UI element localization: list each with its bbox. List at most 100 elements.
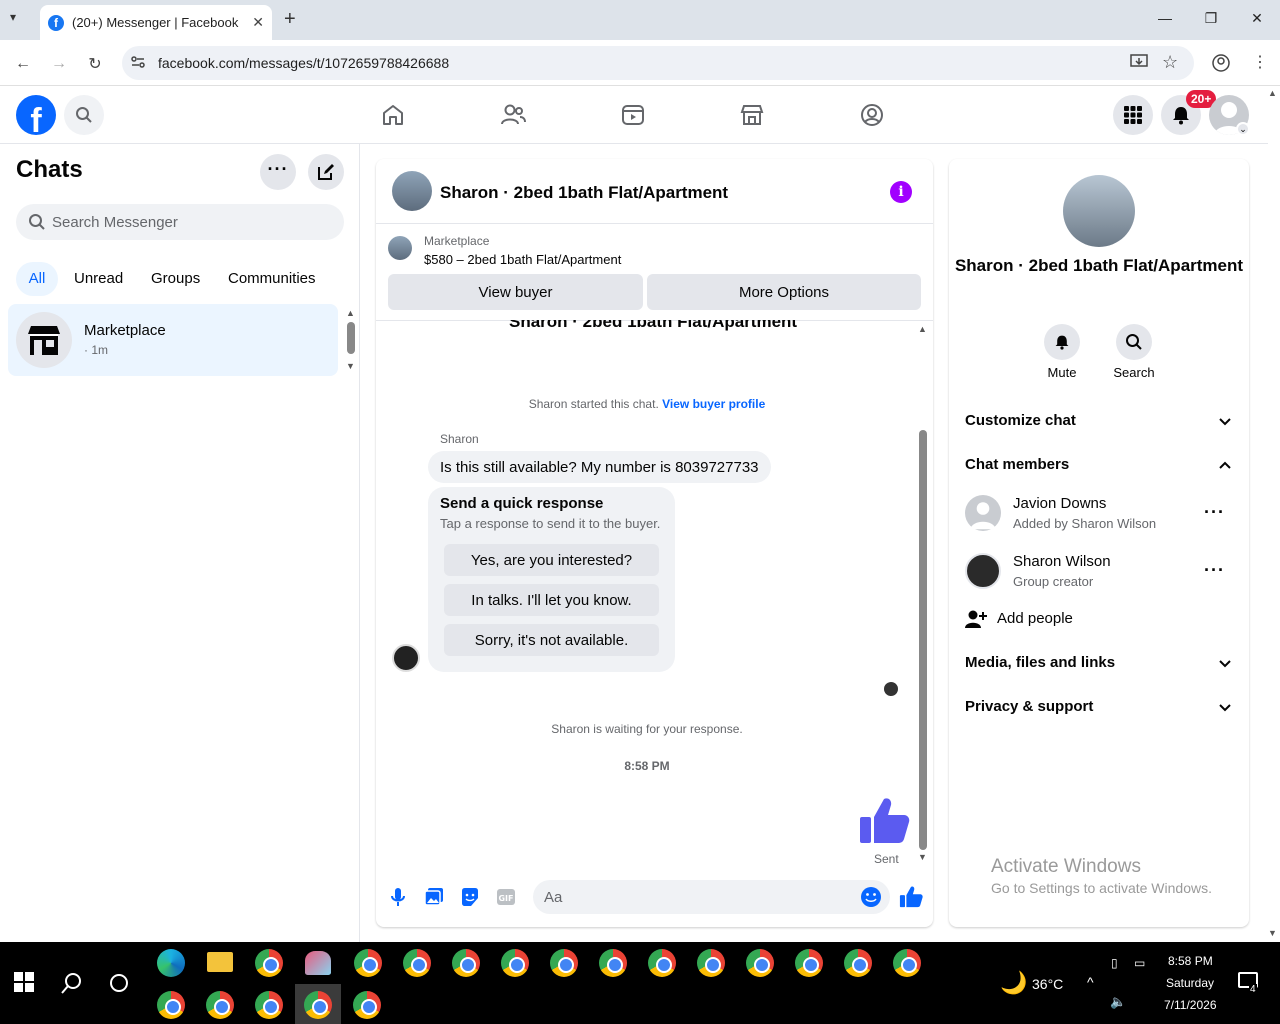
chrome-profile-icon[interactable] [746, 949, 774, 977]
home-icon[interactable] [378, 100, 408, 130]
filter-tab-unread[interactable]: Unread [74, 262, 123, 296]
sender-avatar[interactable] [392, 644, 420, 672]
chrome-profile-icon[interactable] [501, 949, 529, 977]
account-chevron-icon[interactable]: ⌄ [1236, 122, 1250, 136]
chrome-profile-icon[interactable] [304, 991, 332, 1019]
back-icon[interactable]: ← [11, 52, 35, 76]
page-scrollbar[interactable] [1268, 86, 1280, 942]
messages-scrollbar[interactable] [919, 430, 927, 850]
taskbar-time[interactable]: 8:58 PM [1168, 954, 1213, 968]
thumbs-up-send-icon[interactable] [899, 885, 923, 909]
chats-scrollbar[interactable] [347, 322, 355, 354]
new-message-button[interactable] [308, 154, 344, 190]
message-bubble[interactable]: Is this still available? My number is 80… [428, 451, 771, 483]
chrome-profile-icon[interactable] [403, 949, 431, 977]
site-info-icon[interactable] [130, 54, 146, 70]
cortana-icon[interactable] [110, 974, 128, 992]
listing-description[interactable]: $580 – 2bed 1bath Flat/Apartment [424, 252, 621, 267]
network-icon[interactable]: ▭ [1134, 956, 1145, 970]
windows-start-icon[interactable] [14, 972, 34, 992]
scroll-down-arrow-icon[interactable]: ▼ [1268, 928, 1277, 938]
filter-tab-groups[interactable]: Groups [151, 262, 200, 296]
chevron-down-icon[interactable] [1218, 700, 1232, 714]
search-in-chat-button[interactable] [1116, 324, 1152, 360]
member-options-icon[interactable]: ··· [1204, 560, 1225, 581]
taskbar-search-icon[interactable] [60, 971, 84, 995]
chevron-up-icon[interactable] [1218, 458, 1232, 472]
member-name[interactable]: Javion Downs [1013, 495, 1106, 512]
quick-response-button[interactable]: Yes, are you interested? [444, 544, 659, 576]
chrome-profile-icon[interactable] [550, 949, 578, 977]
media-files-links-section[interactable]: Media, files and links [965, 654, 1115, 671]
chevron-down-icon[interactable] [1218, 656, 1232, 670]
video-icon[interactable] [618, 100, 648, 130]
menu-grid-icon[interactable] [1113, 95, 1153, 135]
chat-details-avatar[interactable] [1063, 175, 1135, 247]
chrome-profile-icon[interactable] [157, 991, 185, 1019]
minimize-icon[interactable]: — [1150, 10, 1180, 26]
view-buyer-button[interactable]: View buyer [388, 274, 643, 310]
chrome-profile-icon[interactable] [354, 949, 382, 977]
sticker-icon[interactable] [459, 886, 481, 908]
filter-tab-all[interactable]: All [16, 262, 58, 296]
chrome-profile-icon[interactable] [648, 949, 676, 977]
bookmark-star-icon[interactable]: ☆ [1162, 52, 1178, 73]
volume-icon[interactable]: 🔈 [1110, 994, 1126, 1010]
facebook-search-icon[interactable] [64, 95, 104, 135]
privacy-support-section[interactable]: Privacy & support [965, 698, 1093, 715]
gaming-icon[interactable] [857, 100, 887, 130]
install-app-icon[interactable] [1130, 54, 1148, 70]
message-input[interactable]: Aa [533, 880, 890, 914]
conversation-info-icon[interactable]: i [890, 181, 912, 203]
chrome-profile-icon[interactable] [795, 949, 823, 977]
chrome-icon[interactable] [255, 949, 283, 977]
url-text[interactable]: facebook.com/messages/t/1072659788426688 [158, 55, 449, 71]
scroll-up-arrow-icon[interactable]: ▲ [346, 308, 355, 318]
facebook-logo-icon[interactable]: f [16, 95, 56, 135]
voice-clip-icon[interactable] [387, 886, 409, 908]
emoji-icon[interactable] [860, 886, 882, 908]
filter-tab-communities[interactable]: Communities [228, 262, 316, 296]
edge-icon[interactable] [157, 949, 185, 977]
conversation-title[interactable]: Sharon · 2bed 1bath Flat/Apartment [440, 183, 728, 203]
weather-temperature[interactable]: 36°C [1032, 976, 1063, 992]
member-name[interactable]: Sharon Wilson [1013, 553, 1111, 570]
close-window-icon[interactable]: ✕ [1242, 10, 1272, 27]
gif-icon[interactable]: GIF [495, 886, 517, 908]
browser-menu-icon[interactable]: ⋮ [1252, 52, 1268, 72]
more-options-button[interactable]: More Options [647, 274, 921, 310]
mute-button[interactable] [1044, 324, 1080, 360]
chrome-profile-icon[interactable] [206, 991, 234, 1019]
scroll-up-arrow-icon[interactable]: ▲ [1268, 88, 1277, 98]
new-tab-icon[interactable]: + [284, 8, 296, 31]
scroll-up-arrow-icon[interactable]: ▲ [918, 324, 927, 334]
member-avatar[interactable] [965, 553, 1001, 589]
customize-chat-section[interactable]: Customize chat [965, 412, 1076, 429]
friends-icon[interactable] [498, 100, 528, 130]
quick-response-button[interactable]: Sorry, it's not available. [444, 624, 659, 656]
add-person-icon[interactable] [965, 609, 987, 629]
profile-icon[interactable] [1212, 54, 1230, 72]
chat-members-section[interactable]: Chat members [965, 456, 1069, 473]
close-tab-icon[interactable]: ✕ [252, 14, 264, 31]
member-avatar[interactable] [965, 495, 1001, 531]
tab-list-chevron-icon[interactable]: ▾ [10, 10, 16, 24]
file-explorer-icon[interactable] [207, 952, 233, 972]
conversation-avatar[interactable] [392, 171, 432, 211]
scroll-down-arrow-icon[interactable]: ▼ [918, 852, 927, 862]
quick-response-button[interactable]: In talks. I'll let you know. [444, 584, 659, 616]
chats-options-button[interactable]: ··· [260, 154, 296, 190]
chrome-profile-icon[interactable] [697, 949, 725, 977]
chrome-profile-icon[interactable] [599, 949, 627, 977]
chrome-profile-icon[interactable] [452, 949, 480, 977]
chrome-profile-icon[interactable] [893, 949, 921, 977]
scroll-down-arrow-icon[interactable]: ▼ [346, 361, 355, 371]
member-options-icon[interactable]: ··· [1204, 502, 1225, 523]
tray-chevron-icon[interactable]: ^ [1087, 974, 1094, 990]
chrome-profile-icon[interactable] [844, 949, 872, 977]
chrome-profile-icon[interactable] [255, 991, 283, 1019]
view-buyer-profile-link[interactable]: View buyer profile [662, 397, 765, 411]
browser-tab[interactable]: f (20+) Messenger | Facebook ✕ [40, 5, 272, 40]
search-messenger-input[interactable]: Search Messenger [16, 204, 344, 240]
chevron-down-icon[interactable] [1218, 414, 1232, 428]
